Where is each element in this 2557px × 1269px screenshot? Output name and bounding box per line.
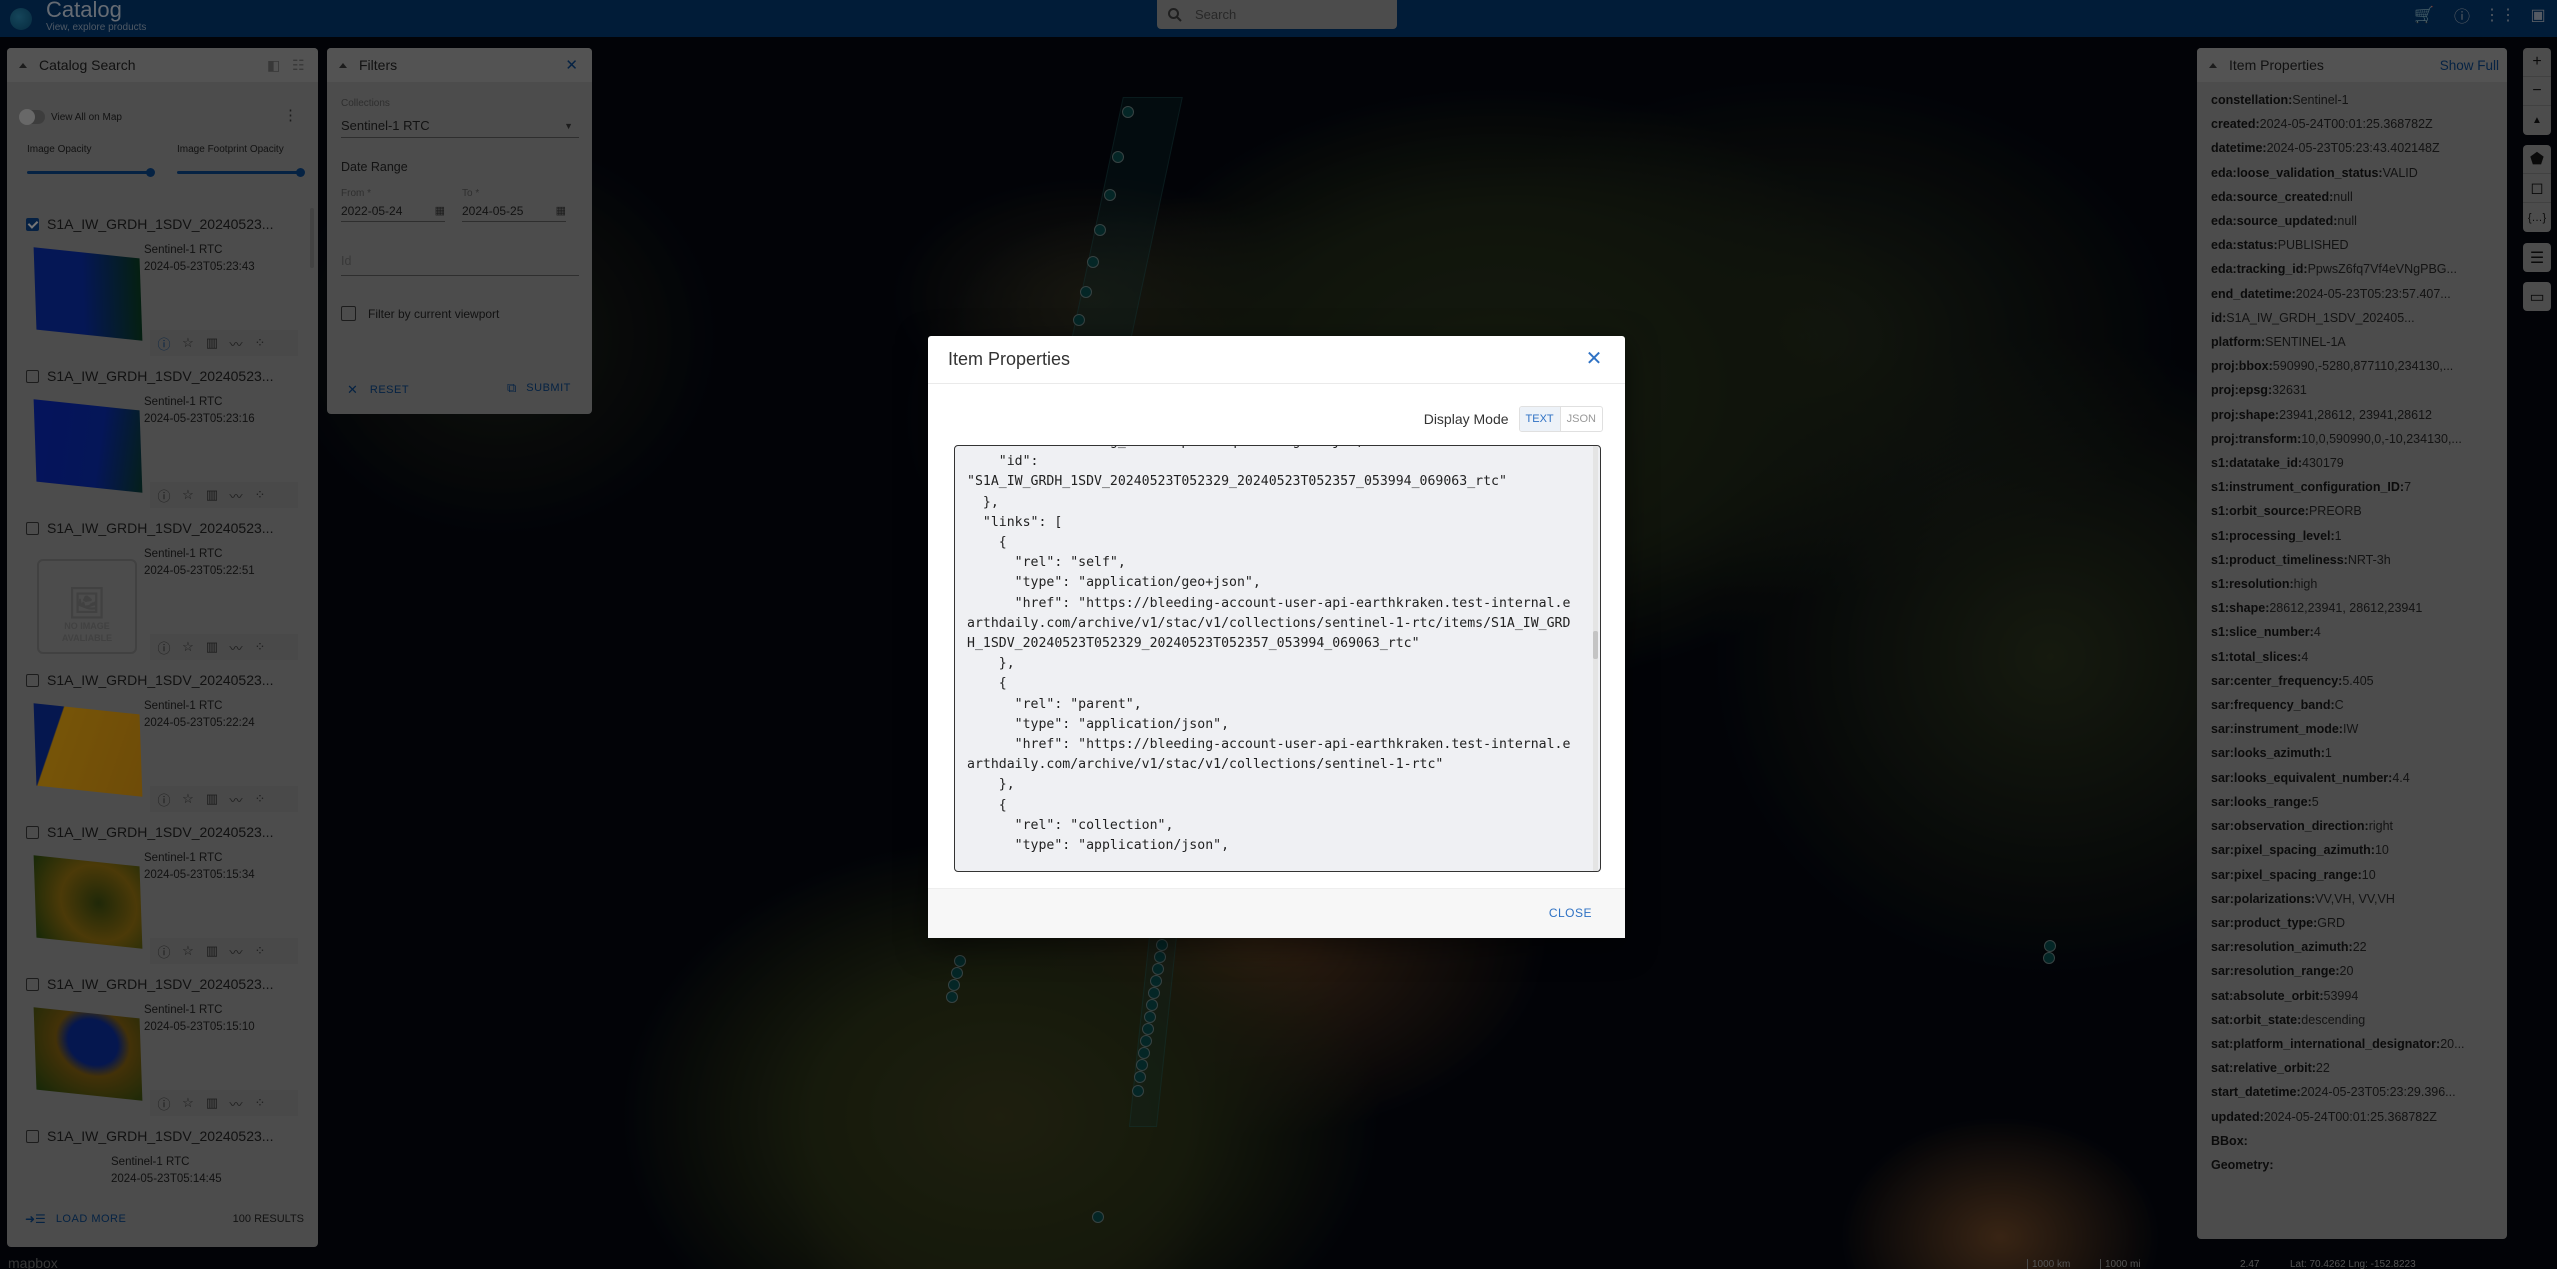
properties-text-area[interactable]: "eda:tracking_id": "PpwsZ6fq7Vf4eVNgPBGL… [954, 445, 1601, 872]
item-properties-dialog: Item Properties ✕ Display Mode TEXT JSON… [928, 336, 1625, 938]
display-mode-switch: Display Mode TEXT JSON [1424, 406, 1603, 432]
display-mode-label: Display Mode [1423, 411, 1509, 427]
mode-text-button[interactable]: TEXT [1519, 407, 1561, 431]
mode-json-button[interactable]: JSON [1561, 407, 1602, 431]
scrollbar-thumb[interactable] [1593, 631, 1598, 659]
close-icon[interactable]: ✕ [1585, 349, 1603, 369]
dialog-title: Item Properties [928, 336, 1625, 384]
dialog-footer: CLOSE [928, 888, 1625, 938]
text-scrollbar[interactable] [1593, 446, 1598, 871]
catalog-app: Catalog View, explore products Search 🛒 … [0, 0, 2557, 1269]
close-button[interactable]: CLOSE [1549, 906, 1592, 920]
properties-text: "eda:tracking_id": "PpwsZ6fq7Vf4eVNgPBGL… [967, 446, 1571, 854]
